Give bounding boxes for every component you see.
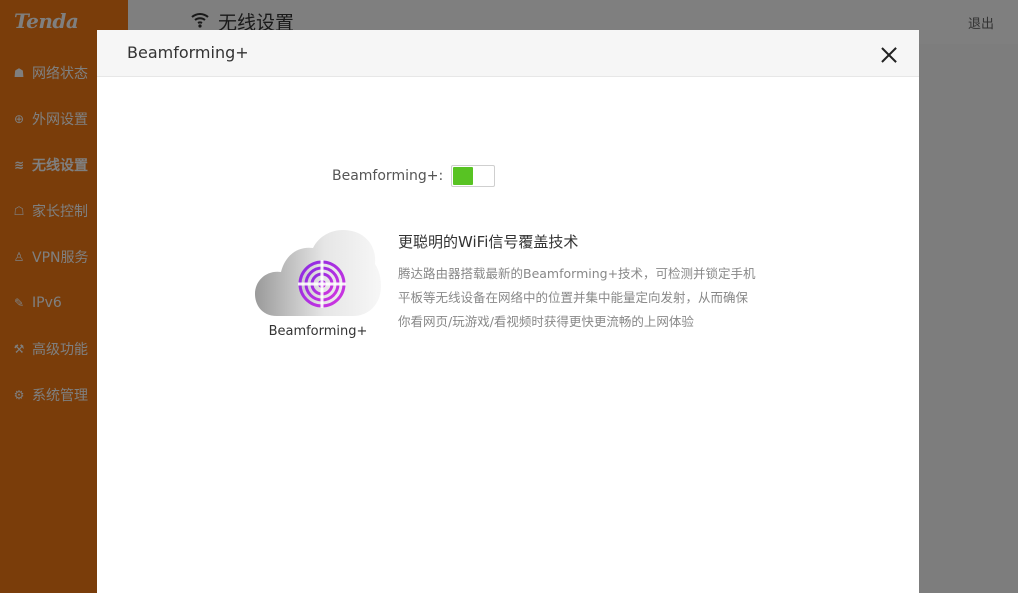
close-icon[interactable]	[881, 47, 897, 63]
beamforming-toggle-row: Beamforming+:	[332, 165, 496, 187]
cloud-caption: Beamforming+	[268, 324, 368, 339]
beamforming-dialog: Beamforming+ Beamforming+: Beamforming+ …	[97, 30, 919, 593]
dialog-title: Beamforming+	[127, 43, 249, 62]
beamforming-toggle[interactable]	[451, 165, 496, 187]
toggle-knob	[453, 167, 474, 185]
feature-title: 更聪明的WiFi信号覆盖技术	[398, 233, 579, 251]
feature-description: 腾达路由器搭载最新的Beamforming+技术，可检测并锁定手机平板等无线设备…	[398, 266, 756, 329]
toggle-label: Beamforming+:	[332, 168, 444, 184]
dialog-header: Beamforming+	[97, 30, 919, 77]
beamforming-cloud-icon	[255, 230, 381, 316]
